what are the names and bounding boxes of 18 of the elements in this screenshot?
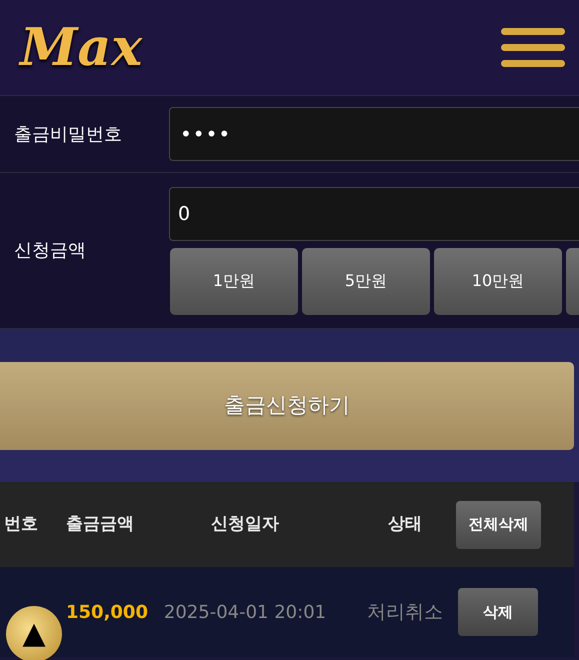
amount-button[interactable]: 10만원 [434, 248, 562, 314]
field-label: 신청금액 [13, 239, 87, 263]
amount-field[interactable]: 0 [169, 186, 579, 240]
table-cell-text: 2025-04-01 20:01 [162, 600, 328, 624]
column-header: 신청일자 [210, 512, 280, 536]
logo[interactable]: Max [20, 22, 142, 74]
amount-button[interactable]: 5만원 [302, 248, 430, 314]
column-header: 출금금액 [65, 512, 135, 536]
password-field[interactable]: •••• [169, 107, 579, 161]
table-cell-text: 150,000 [66, 600, 149, 624]
column-header: 번호 [3, 512, 39, 536]
column-header: 상태 [387, 512, 423, 536]
menu-icon[interactable] [501, 28, 565, 68]
delete-button[interactable]: 삭제 [458, 588, 538, 636]
delete-all-button[interactable]: 전체삭제 [456, 500, 541, 548]
table-cell-text: 처리취소 [366, 600, 444, 625]
field-label: 출금비밀번호 [13, 122, 123, 146]
amount-button[interactable]: 1만원 [170, 248, 298, 314]
